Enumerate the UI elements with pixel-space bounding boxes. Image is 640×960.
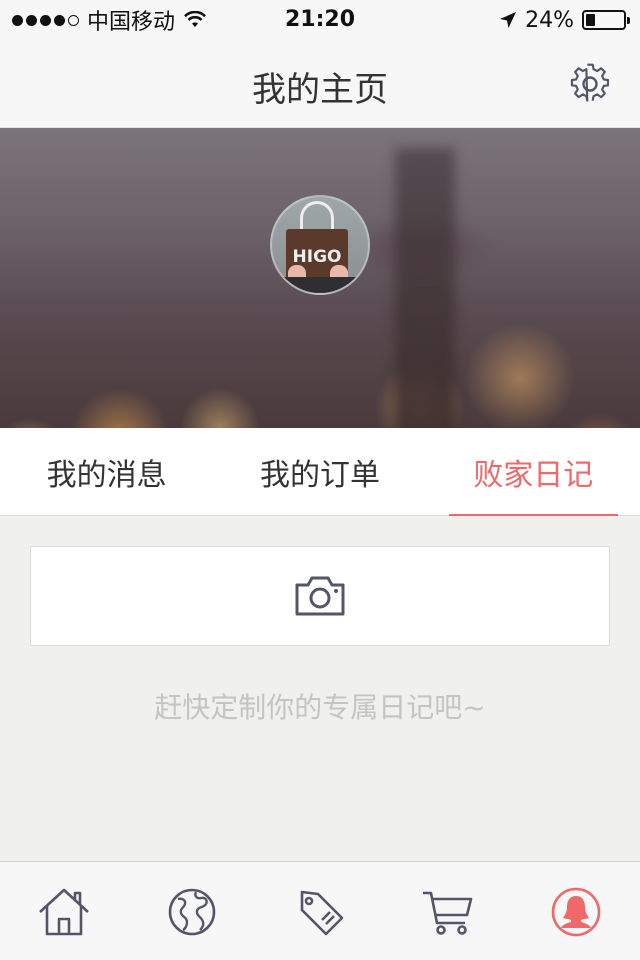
tab-diary[interactable]: 败家日记 (427, 428, 640, 516)
avatar[interactable]: HIGO (270, 195, 370, 295)
battery-icon (582, 10, 630, 30)
tabbar-discover[interactable] (164, 884, 220, 940)
page-title: 我的主页 (252, 70, 388, 110)
battery-level (586, 14, 595, 26)
location-arrow-icon (500, 12, 517, 28)
nav-bar: 我的主页 (0, 40, 640, 128)
bottom-tab-bar (0, 861, 640, 960)
profile-tabs: 我的消息 我的订单 败家日记 (0, 428, 640, 516)
tabbar-cart[interactable] (420, 884, 476, 940)
cart-icon (423, 891, 473, 935)
tab-orders[interactable]: 我的订单 (213, 428, 426, 515)
settings-button[interactable] (568, 62, 612, 106)
tabbar-home[interactable] (36, 884, 92, 940)
battery-percentage: 24% (525, 7, 574, 33)
diary-empty-hint: 赶快定制你的专属日记吧~ (154, 691, 486, 724)
status-right: 24% (499, 0, 630, 40)
globe-icon (168, 888, 216, 936)
profile-cover: HIGO (0, 128, 640, 428)
tag-icon (300, 890, 344, 936)
tab-messages[interactable]: 我的消息 (0, 428, 213, 515)
camera-icon (295, 576, 345, 616)
add-diary-button[interactable] (30, 546, 610, 646)
user-icon (551, 887, 601, 937)
cover-background-building (395, 148, 455, 428)
avatar-bottom (272, 277, 368, 293)
avatar-brand-text: HIGO (292, 247, 342, 267)
status-bar: 中国移动 21:20 24% (0, 0, 640, 40)
home-icon (39, 888, 89, 936)
tabbar-deals[interactable] (292, 884, 348, 940)
gear-icon (570, 63, 610, 102)
tabbar-profile[interactable] (548, 884, 604, 940)
